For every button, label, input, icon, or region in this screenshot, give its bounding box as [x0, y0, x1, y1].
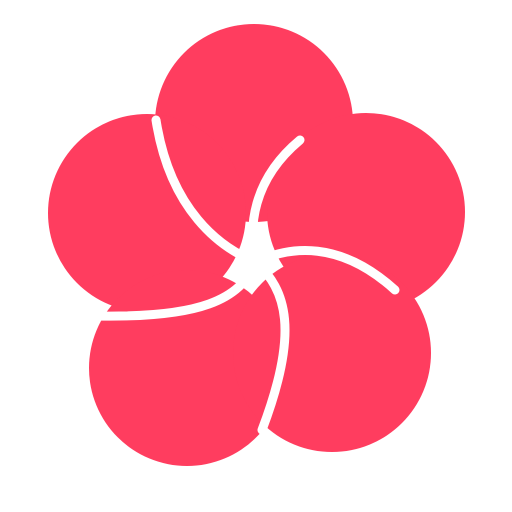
canvas: [0, 0, 512, 512]
plum-blossom-icon: [48, 24, 465, 466]
